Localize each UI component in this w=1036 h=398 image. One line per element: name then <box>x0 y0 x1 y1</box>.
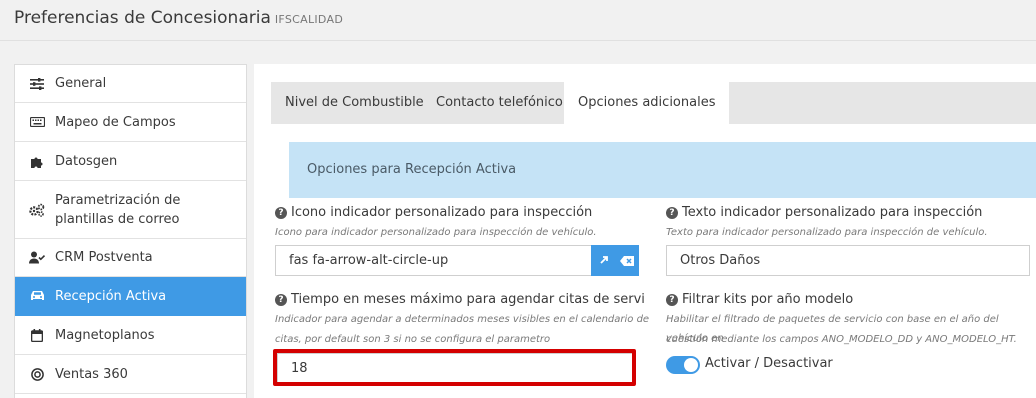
page-title-text: Preferencias de Concesionaria <box>14 8 271 28</box>
user-check-icon <box>29 250 45 266</box>
backspace-icon <box>620 251 634 270</box>
icon-picker-button[interactable] <box>591 245 615 276</box>
sidebar-item-mapeo-de-campos[interactable]: Mapeo de Campos <box>15 103 246 142</box>
sidebar-item-plantillas-correo[interactable]: Parametrización de plantillas de correo <box>15 181 246 239</box>
icono-help-text: Icono para indicador personalizado para … <box>275 227 597 238</box>
sidebar-item-magnetoplanos[interactable]: Magnetoplanos <box>15 316 246 355</box>
sidebar-item-label: Recepción Activa <box>55 288 167 304</box>
puzzle-icon <box>29 153 45 169</box>
sidebar-item-general[interactable]: General <box>15 65 246 103</box>
filtrar-label-text: Filtrar kits por año modelo <box>682 292 854 307</box>
keyboard-icon <box>29 114 45 130</box>
external-link-icon <box>598 251 609 270</box>
tab-opciones-adicionales[interactable]: Opciones adicionales <box>564 82 730 124</box>
page-header: Preferencias de Concesionaria IFSCALIDAD <box>0 0 1036 41</box>
tab-bar: Nivel de Combustible Contacto telefónico… <box>271 82 1036 124</box>
tiempo-field-label: ? Tiempo en meses máximo para agendar cit… <box>275 292 645 307</box>
sidebar-item-label: General <box>55 76 107 91</box>
info-banner-text: Opciones para Recepción Activa <box>307 162 517 177</box>
main-panel: Nivel de Combustible Contacto telefónico… <box>254 64 1036 398</box>
target-icon <box>29 366 45 382</box>
info-banner: Opciones para Recepción Activa <box>289 142 1036 198</box>
sidebar-item-datosgen[interactable]: Datosgen <box>15 142 246 181</box>
toggle-knob <box>684 358 698 372</box>
texto-help-text: Texto para indicador personalizado para … <box>666 227 988 238</box>
sidebar-item-label: Parametrización de plantillas de correo <box>55 192 181 227</box>
preferences-sidebar: General Mapeo de Campos Datosgen Paramet… <box>14 64 247 398</box>
filtrar-help-line2: cuestión mediante los campos ANO_MODELO_… <box>666 334 1017 345</box>
tab-contacto-telefonico[interactable]: Contacto telefónico <box>422 82 577 124</box>
sliders-icon <box>29 76 45 92</box>
sidebar-item-crm-postventa[interactable]: CRM Postventa <box>15 239 246 277</box>
question-circle-icon[interactable]: ? <box>275 293 287 306</box>
filtrar-toggle-label: Activar / Desactivar <box>705 356 833 371</box>
highlight-annotation <box>273 349 636 386</box>
sidebar-item-label: Mapeo de Campos <box>55 114 176 130</box>
tab-nivel-de-combustible[interactable]: Nivel de Combustible <box>271 82 438 124</box>
sidebar-item-ventas-360[interactable]: Ventas 360 <box>15 355 246 394</box>
icono-input[interactable]: fas fa-arrow-alt-circle-up <box>275 245 592 276</box>
page-title: Preferencias de Concesionaria IFSCALIDAD <box>14 8 343 28</box>
tiempo-help-line1: Indicador para agendar a determinados me… <box>275 314 650 325</box>
sidebar-item-label: CRM Postventa <box>55 250 153 265</box>
tiempo-label-text: Tiempo en meses máximo para agendar cita… <box>291 292 645 307</box>
clear-icon-button[interactable] <box>615 245 639 276</box>
car-icon <box>29 288 45 304</box>
tiempo-help-line2: citas, por default son 3 si no se config… <box>275 334 551 345</box>
question-circle-icon[interactable]: ? <box>666 293 678 306</box>
filtrar-toggle-switch[interactable] <box>666 356 700 374</box>
page-subtitle: IFSCALIDAD <box>274 13 344 26</box>
sidebar-item-recepcion-activa[interactable]: Recepción Activa <box>15 277 246 316</box>
texto-label-text: Texto indicador personalizado para inspe… <box>682 205 983 220</box>
icono-field-label: ? Icono indicador personalizado para insp… <box>275 205 592 220</box>
texto-input[interactable]: Otros Daños <box>666 245 1030 276</box>
sidebar-item-label: Datosgen <box>55 153 118 169</box>
sidebar-item-label: Magnetoplanos <box>55 327 155 343</box>
gears-icon <box>29 202 45 218</box>
question-circle-icon[interactable]: ? <box>666 206 678 219</box>
sidebar-item-label: Ventas 360 <box>55 366 128 382</box>
calendar-icon <box>29 327 45 343</box>
question-circle-icon[interactable]: ? <box>275 206 287 219</box>
icono-label-text: Icono indicador personalizado para inspe… <box>291 205 593 220</box>
texto-field-label: ? Texto indicador personalizado para insp… <box>666 205 982 220</box>
filtrar-field-label: ? Filtrar kits por año modelo <box>666 292 853 307</box>
